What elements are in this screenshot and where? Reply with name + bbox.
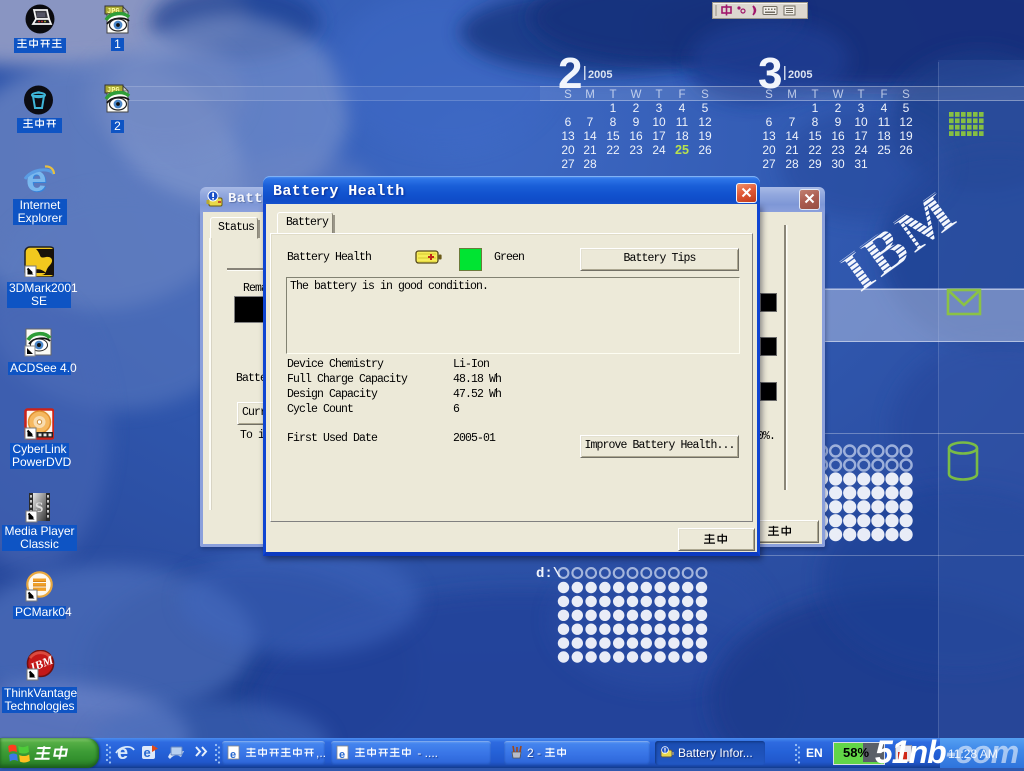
svg-text:29: 29 (808, 157, 822, 171)
svg-text:16: 16 (629, 129, 643, 143)
svg-text:1: 1 (610, 101, 617, 115)
svg-text:2: 2 (633, 101, 640, 115)
svg-text:W: W (833, 89, 844, 101)
svg-text:4: 4 (881, 101, 888, 115)
svg-text:8: 8 (610, 115, 617, 129)
svg-text:7: 7 (789, 115, 796, 129)
svg-text:10: 10 (652, 115, 666, 129)
svg-text:e: e (144, 745, 151, 760)
svg-text:22: 22 (808, 143, 822, 157)
svg-text:28: 28 (583, 157, 597, 171)
svg-text:21: 21 (785, 143, 799, 157)
svg-text:18: 18 (675, 129, 689, 143)
svg-text:20: 20 (762, 143, 776, 157)
svg-text:M: M (787, 89, 797, 101)
svg-text:18: 18 (877, 129, 891, 143)
svg-text:F: F (880, 89, 887, 101)
svg-text:6: 6 (766, 115, 773, 129)
svg-text:21: 21 (583, 143, 597, 157)
svg-text:e: e (117, 742, 128, 764)
svg-text:14: 14 (583, 129, 597, 143)
svg-text:7: 7 (587, 115, 594, 129)
svg-text:6: 6 (565, 115, 572, 129)
svg-text:26: 26 (899, 143, 913, 157)
svg-text:d:\: d:\ (536, 566, 561, 582)
svg-text:2: 2 (835, 101, 842, 115)
svg-text:12: 12 (698, 115, 712, 129)
svg-text:27: 27 (561, 157, 575, 171)
svg-text:e: e (339, 749, 345, 760)
svg-text:4: 4 (679, 101, 686, 115)
svg-text:19: 19 (698, 129, 712, 143)
svg-text:11: 11 (676, 115, 689, 129)
svg-text:10: 10 (854, 115, 868, 129)
svg-text:T: T (857, 89, 864, 101)
svg-text:e: e (26, 162, 47, 194)
svg-text:16: 16 (831, 129, 845, 143)
svg-text:F: F (678, 89, 685, 101)
svg-text:5: 5 (702, 101, 709, 115)
svg-text:13: 13 (561, 129, 575, 143)
svg-text:8: 8 (812, 115, 819, 129)
svg-text:3: 3 (656, 101, 663, 115)
svg-text:17: 17 (854, 129, 868, 143)
svg-text:W: W (631, 89, 642, 101)
svg-text:15: 15 (808, 129, 822, 143)
svg-text:25: 25 (675, 143, 689, 157)
svg-text:31: 31 (854, 157, 868, 171)
svg-text:9: 9 (835, 115, 842, 129)
svg-text:27: 27 (762, 157, 776, 171)
svg-text:1: 1 (812, 101, 819, 115)
svg-text:T: T (655, 89, 662, 101)
svg-text:26: 26 (698, 143, 712, 157)
svg-text:M: M (585, 89, 595, 101)
svg-text:3: 3 (858, 101, 865, 115)
svg-text:25: 25 (877, 143, 891, 157)
svg-text:9: 9 (633, 115, 640, 129)
svg-text:19: 19 (899, 129, 913, 143)
svg-text:24: 24 (854, 143, 868, 157)
svg-text:22: 22 (606, 143, 620, 157)
svg-text:14: 14 (785, 129, 799, 143)
svg-text:11: 11 (878, 115, 891, 129)
svg-text:23: 23 (831, 143, 845, 157)
svg-text:13: 13 (762, 129, 776, 143)
svg-text:2005: 2005 (588, 69, 612, 81)
svg-text:17: 17 (652, 129, 666, 143)
svg-text:15: 15 (606, 129, 620, 143)
svg-text:23: 23 (629, 143, 643, 157)
svg-text:12: 12 (899, 115, 913, 129)
svg-text:2005: 2005 (788, 69, 812, 81)
svg-text:S: S (902, 89, 910, 101)
svg-text:T: T (811, 89, 818, 101)
svg-text:30: 30 (831, 157, 845, 171)
svg-text:5: 5 (903, 101, 910, 115)
svg-text:20: 20 (561, 143, 575, 157)
svg-text:28: 28 (785, 157, 799, 171)
svg-text:24: 24 (652, 143, 666, 157)
svg-text:S: S (765, 89, 773, 101)
svg-text:S: S (701, 89, 709, 101)
svg-text:S: S (564, 89, 572, 101)
svg-text:T: T (609, 89, 616, 101)
svg-text:e: e (230, 749, 236, 760)
